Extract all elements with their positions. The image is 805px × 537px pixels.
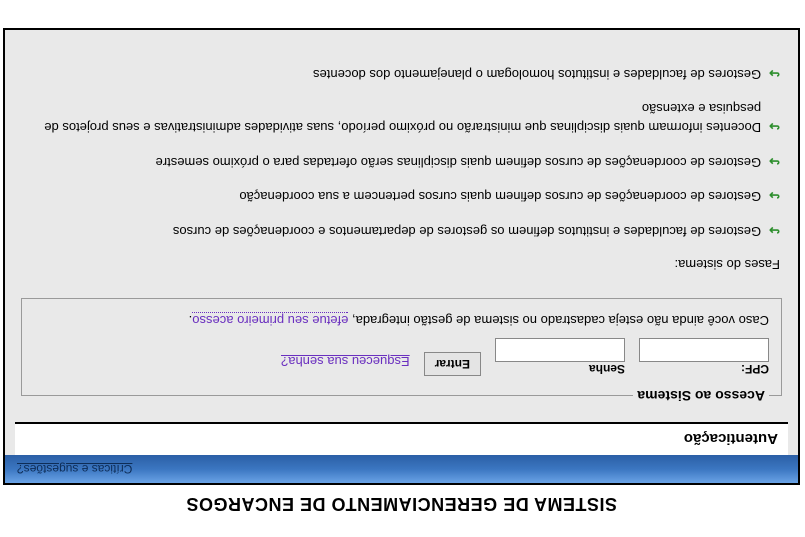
page-title: SISTEMA DE GERENCIAMENTO DE ENCARGOS [0,485,804,536]
arrow-right-icon: ↪ [769,186,780,206]
section-heading-auth: Autenticação [15,422,788,455]
list-item: ↪ Gestores de faculdades e institutos ho… [23,64,780,85]
list-item: ↪ Docentes informam quais disciplinas qu… [23,99,780,138]
senha-label: Senha [495,362,625,376]
cpf-label: CPF: [639,362,769,376]
list-item: ↪ Gestores de coordenações de cursos def… [23,152,780,173]
arrow-right-icon: ↪ [769,152,780,172]
list-item-text: Gestores de coordenações de cursos defin… [239,187,761,207]
list-item-text: Gestores de faculdades e institutos homo… [313,65,761,85]
auth-fieldset: Acesso ao Sistema CPF: Senha Entrar Esqu… [21,298,782,404]
first-access-link[interactable]: efetue seu primeiro acesso [192,312,348,328]
arrow-right-icon: ↪ [769,221,780,241]
list-item-text: Gestores de faculdades e institutos defi… [173,222,761,242]
forgot-password-link[interactable]: Esqueceu sua senha? [281,354,410,369]
cpf-input[interactable] [639,338,769,362]
senha-input[interactable] [495,338,625,362]
register-line: Caso você ainda não esteja cadastrado no… [34,313,769,328]
list-item: ↪ Gestores de faculdades e institutos de… [23,221,780,242]
arrow-right-icon: ↪ [769,64,780,84]
auth-legend: Acesso ao Sistema [633,388,769,404]
list-item-text: Docentes informam quais disciplinas que … [23,99,761,138]
register-prefix: Caso você ainda não esteja cadastrado no… [348,313,769,328]
list-item: ↪ Gestores de coordenações de cursos def… [23,186,780,207]
list-item-text: Gestores de coordenações de cursos defin… [156,153,762,173]
entrar-button[interactable]: Entrar [424,352,481,376]
phases-list: ↪ Gestores de faculdades e institutos de… [15,44,788,241]
header-bar: Críticas e sugestões? [3,455,800,485]
suggestions-link[interactable]: Críticas e sugestões? [17,462,132,476]
register-suffix: . [189,313,193,328]
arrow-right-icon: ↪ [769,117,780,137]
phases-title: Fases do sistema: [23,257,780,272]
